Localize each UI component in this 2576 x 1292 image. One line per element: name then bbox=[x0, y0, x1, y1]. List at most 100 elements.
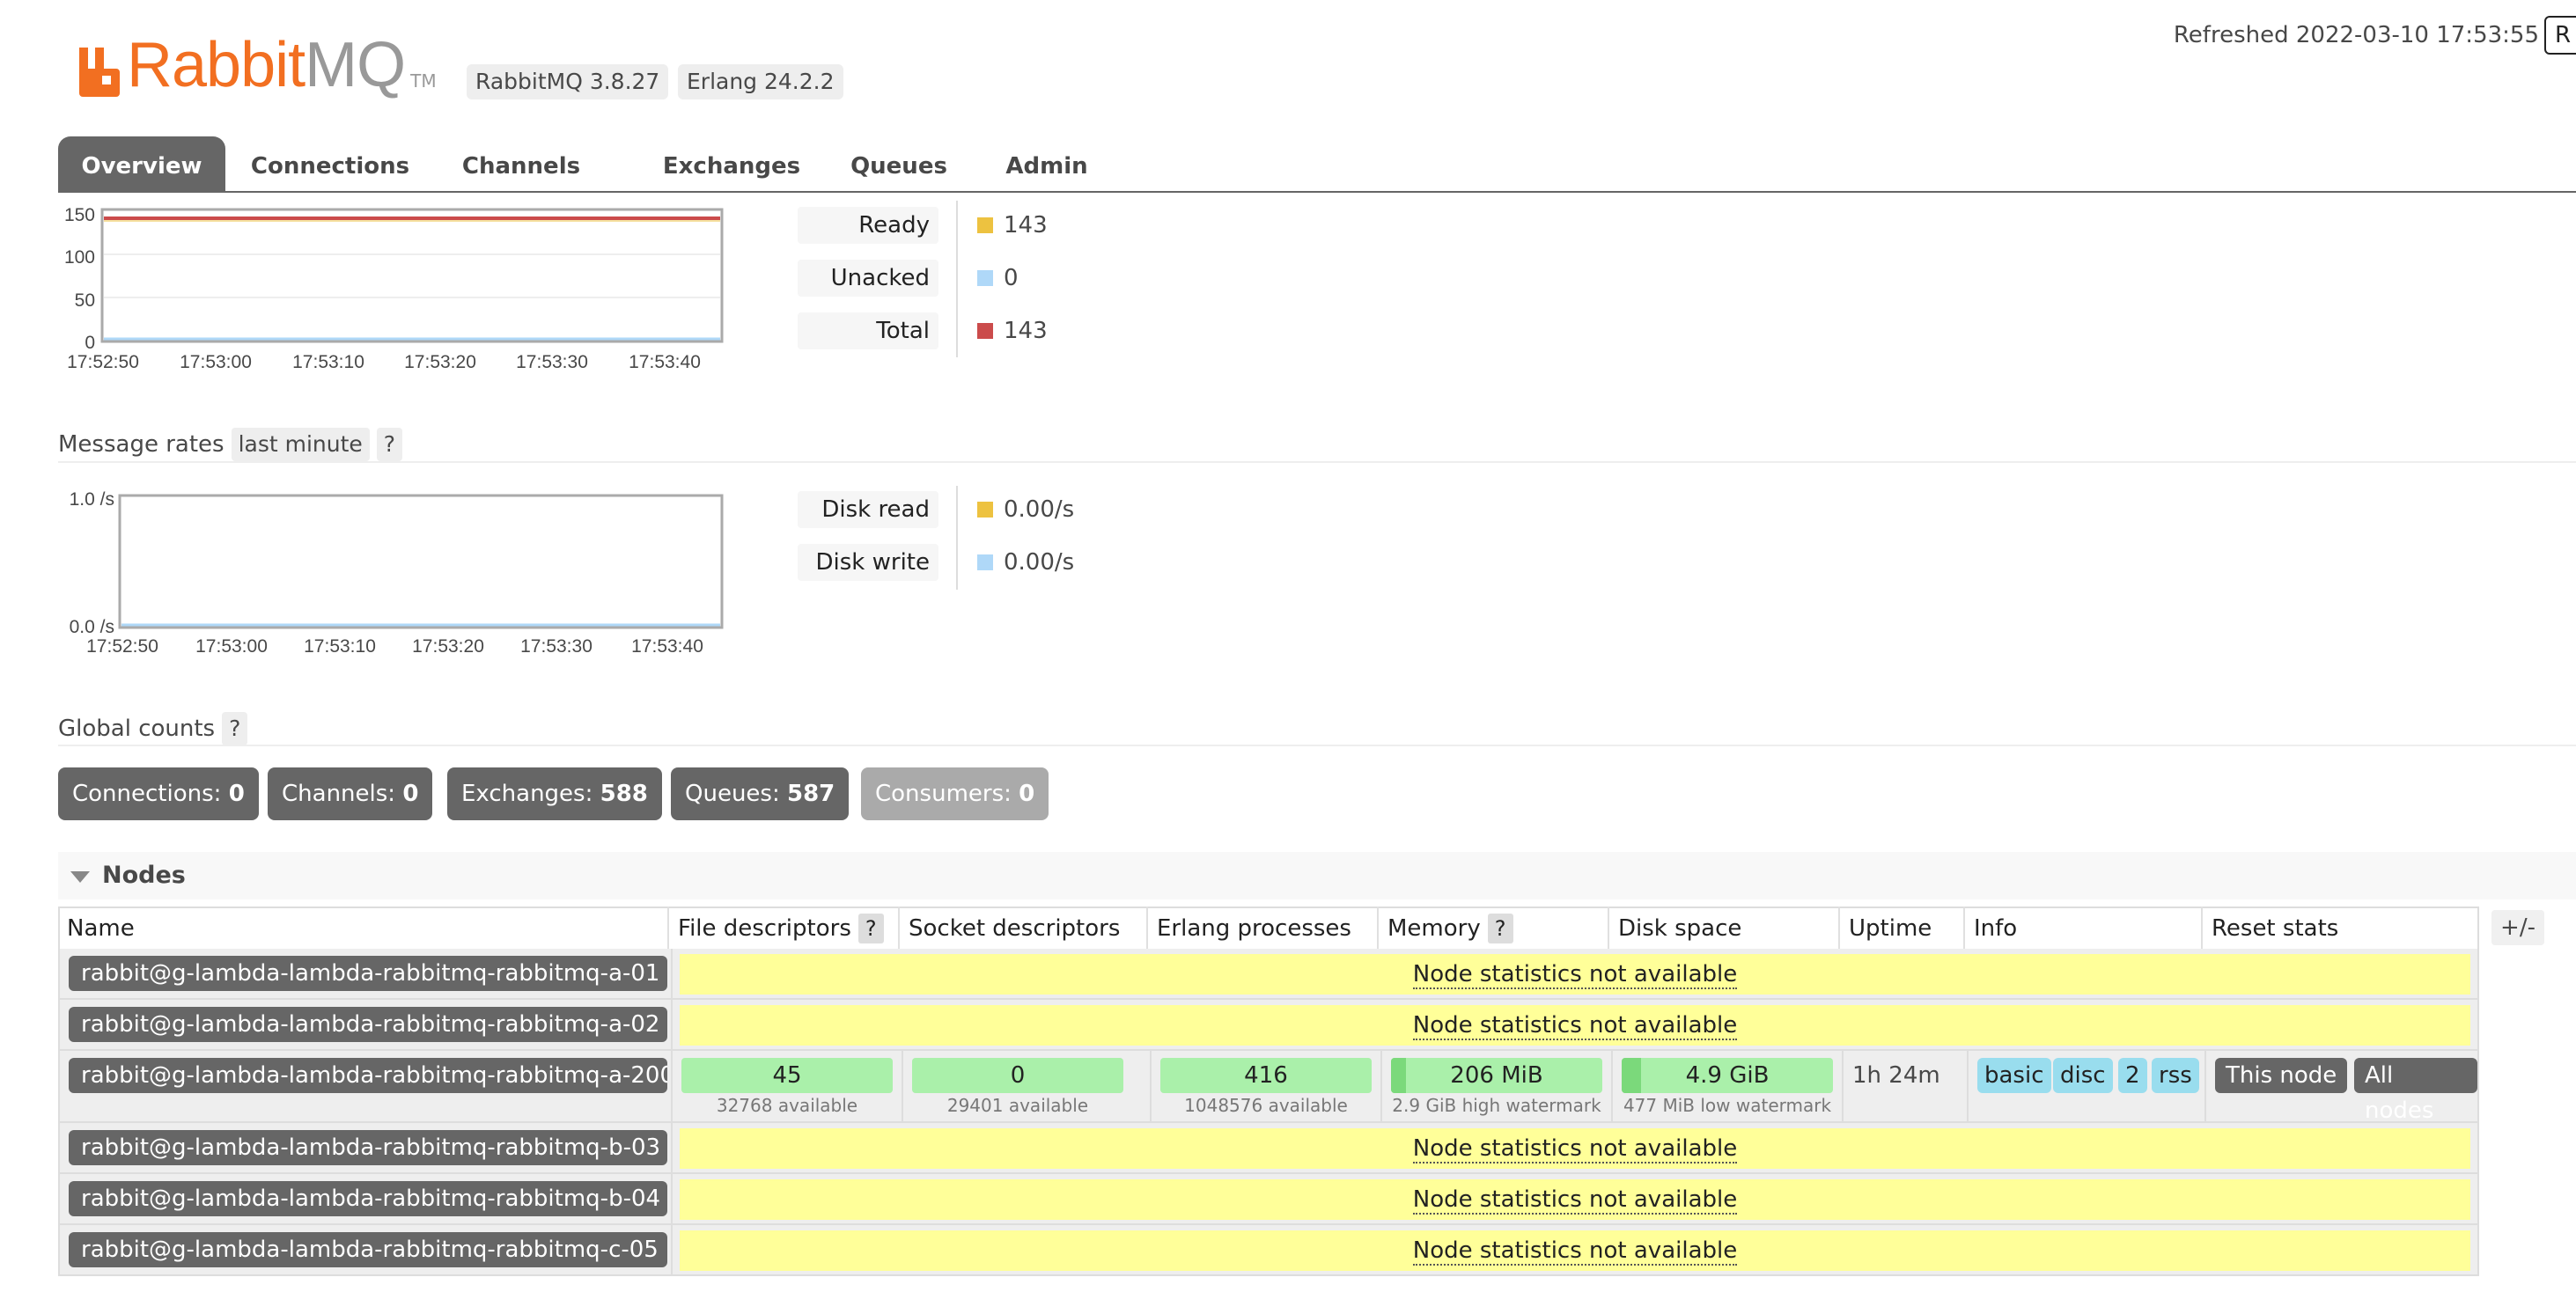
consumers-count-button[interactable]: Consumers: 0 bbox=[861, 767, 1049, 820]
message-rates-chart: 1.0 /s 0.0 /s 17:52:50 17:53:00 17:53:10… bbox=[70, 489, 724, 657]
col-reset-stats[interactable]: Reset stats bbox=[2203, 907, 2479, 949]
node-name-link[interactable]: rabbit@g-lambda-lambda-rabbitmq-rabbitmq… bbox=[69, 1130, 667, 1165]
legend-ready-label[interactable]: Ready bbox=[798, 207, 938, 244]
tab-connections[interactable]: Connections bbox=[247, 136, 414, 193]
node-name-link[interactable]: rabbit@g-lambda-lambda-rabbitmq-rabbitmq… bbox=[69, 1058, 667, 1093]
legend-ready-value: 143 bbox=[977, 207, 1048, 244]
table-row: rabbit@g-lambda-lambda-rabbitmq-rabbitmq… bbox=[58, 1000, 2479, 1051]
info-tag-basic[interactable]: basic bbox=[1977, 1058, 2051, 1093]
node-name-link[interactable]: rabbit@g-lambda-lambda-rabbitmq-rabbitmq… bbox=[69, 956, 667, 991]
rate-range-select[interactable]: last minute bbox=[231, 428, 370, 461]
connections-count-button[interactable]: Connections: 0 bbox=[58, 767, 259, 820]
y-tick: 1.0 /s bbox=[70, 489, 114, 510]
table-row: rabbit@g-lambda-lambda-rabbitmq-rabbitmq… bbox=[58, 1123, 2479, 1174]
socket-descriptors-bar: 0 bbox=[912, 1058, 1123, 1093]
count-label: Consumers: bbox=[875, 781, 1012, 807]
memory-fill bbox=[1391, 1058, 1406, 1093]
disk-free: 4.9 GiB bbox=[1685, 1062, 1770, 1089]
ready-swatch bbox=[977, 217, 993, 233]
info-tag-rss[interactable]: rss bbox=[2152, 1058, 2199, 1093]
col-memory[interactable]: Memory? bbox=[1379, 907, 1609, 949]
legend-total-label[interactable]: Total bbox=[798, 312, 938, 349]
count-value: 0 bbox=[1019, 781, 1035, 807]
y-tick: 0 bbox=[85, 333, 95, 353]
col-label: Uptime bbox=[1849, 915, 1932, 942]
legend-separator bbox=[956, 201, 958, 357]
x-tick: 17:53:30 bbox=[520, 636, 592, 657]
count-label: Exchanges: bbox=[461, 781, 593, 807]
reset-all-nodes-button[interactable]: All nodes bbox=[2354, 1058, 2477, 1124]
y-tick: 100 bbox=[64, 247, 95, 268]
help-button[interactable]: ? bbox=[857, 914, 884, 943]
cell-divider bbox=[671, 1123, 673, 1172]
rabbitmq-version-badge: RabbitMQ 3.8.27 bbox=[467, 64, 669, 99]
total-swatch bbox=[977, 323, 993, 339]
help-button[interactable]: ? bbox=[1487, 914, 1513, 943]
refreshed-timestamp: Refreshed 2022-03-10 17:53:55 bbox=[2173, 22, 2539, 48]
col-info[interactable]: Info bbox=[1965, 907, 2203, 949]
unacked-count: 0 bbox=[1004, 265, 1019, 291]
refresh-interval-select[interactable]: R bbox=[2544, 16, 2576, 55]
cell-divider bbox=[1150, 1051, 1152, 1121]
legend-disk-read-label[interactable]: Disk read bbox=[798, 491, 938, 528]
legend-disk-write-label[interactable]: Disk write bbox=[798, 544, 938, 581]
tab-queues[interactable]: Queues bbox=[835, 136, 963, 193]
node-stats-unavailable: Node statistics not available bbox=[680, 1230, 2470, 1271]
x-tick: 17:52:50 bbox=[67, 352, 139, 372]
nodes-title: Nodes bbox=[102, 862, 186, 889]
node-stats-unavailable: Node statistics not available bbox=[680, 954, 2470, 995]
main-tabs: Overview Connections Channels Exchanges … bbox=[58, 136, 2576, 193]
rabbit-logo-icon bbox=[79, 48, 120, 97]
col-label: Disk space bbox=[1618, 915, 1742, 942]
unavailable-text: Node statistics not available bbox=[1412, 1012, 1738, 1040]
node-name-link[interactable]: rabbit@g-lambda-lambda-rabbitmq-rabbitmq… bbox=[69, 1181, 667, 1216]
message-rates-help[interactable]: ? bbox=[376, 428, 403, 461]
cell-divider bbox=[1380, 1051, 1382, 1121]
rabbitmq-logo[interactable]: RabbitMQ TM bbox=[76, 32, 437, 97]
col-file-descriptors[interactable]: File descriptors? bbox=[669, 907, 900, 949]
section-divider bbox=[58, 461, 2576, 463]
disk-watermark: 477 MiB low watermark bbox=[1623, 1095, 1832, 1116]
node-name-link[interactable]: rabbit@g-lambda-lambda-rabbitmq-rabbitmq… bbox=[69, 1232, 667, 1267]
erlang-processes-bar: 416 bbox=[1160, 1058, 1372, 1093]
exchanges-count-button[interactable]: Exchanges: 588 bbox=[447, 767, 662, 820]
x-tick: 17:53:20 bbox=[404, 352, 476, 372]
memory-bar: 206 MiB bbox=[1391, 1058, 1602, 1093]
col-name[interactable]: Name bbox=[58, 907, 669, 949]
info-tag-count[interactable]: 2 bbox=[2118, 1058, 2147, 1093]
col-label: Memory bbox=[1387, 915, 1481, 942]
count-label: Connections: bbox=[72, 781, 222, 807]
col-label: Socket descriptors bbox=[909, 915, 1121, 942]
disk-write-rate: 0.00/s bbox=[1004, 549, 1075, 576]
disk-write-swatch bbox=[977, 554, 993, 570]
total-count: 143 bbox=[1004, 318, 1048, 344]
legend-unacked-label[interactable]: Unacked bbox=[798, 260, 938, 297]
queues-count-button[interactable]: Queues: 587 bbox=[671, 767, 850, 820]
nodes-section-toggle[interactable]: Nodes bbox=[58, 852, 2576, 899]
message-rates-title: Message rates bbox=[58, 431, 224, 458]
unavailable-text: Node statistics not available bbox=[1412, 1135, 1738, 1164]
channels-count-button[interactable]: Channels: 0 bbox=[268, 767, 433, 820]
reset-this-node-button[interactable]: This node bbox=[2215, 1058, 2348, 1093]
tab-channels[interactable]: Channels bbox=[451, 136, 592, 193]
col-label: Info bbox=[1974, 915, 2018, 942]
cell-divider bbox=[1967, 1051, 1969, 1121]
x-tick: 17:52:50 bbox=[86, 636, 158, 657]
columns-toggle-button[interactable]: +/- bbox=[2491, 910, 2544, 945]
col-disk-space[interactable]: Disk space bbox=[1609, 907, 1840, 949]
count-value: 0 bbox=[402, 781, 419, 807]
fd-used: 45 bbox=[772, 1062, 802, 1089]
sd-used: 0 bbox=[1010, 1062, 1026, 1089]
node-name-link[interactable]: rabbit@g-lambda-lambda-rabbitmq-rabbitmq… bbox=[69, 1007, 667, 1042]
col-erlang-processes[interactable]: Erlang processes bbox=[1148, 907, 1379, 949]
tab-exchanges[interactable]: Exchanges bbox=[639, 136, 824, 193]
tab-overview[interactable]: Overview bbox=[58, 136, 225, 193]
info-tag-disc[interactable]: disc bbox=[2053, 1058, 2113, 1093]
ep-used: 416 bbox=[1244, 1062, 1288, 1089]
tab-admin[interactable]: Admin bbox=[990, 136, 1104, 193]
queued-messages-chart: 150 100 50 0 17:52:50 17:53:00 17:53:10 … bbox=[64, 205, 724, 372]
col-uptime[interactable]: Uptime bbox=[1840, 907, 1965, 949]
legend-disk-read-value: 0.00/s bbox=[977, 491, 1074, 528]
global-counts-help[interactable]: ? bbox=[222, 712, 248, 745]
col-socket-descriptors[interactable]: Socket descriptors? bbox=[900, 907, 1148, 987]
